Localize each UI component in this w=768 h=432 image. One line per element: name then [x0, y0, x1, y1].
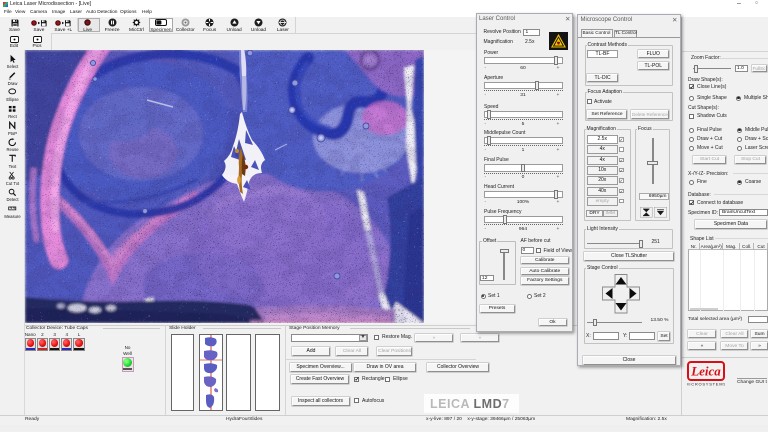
svg-text:Leica: Leica [690, 364, 721, 379]
svg-text:MICROSYSTEMS: MICROSYSTEMS [687, 382, 725, 387]
